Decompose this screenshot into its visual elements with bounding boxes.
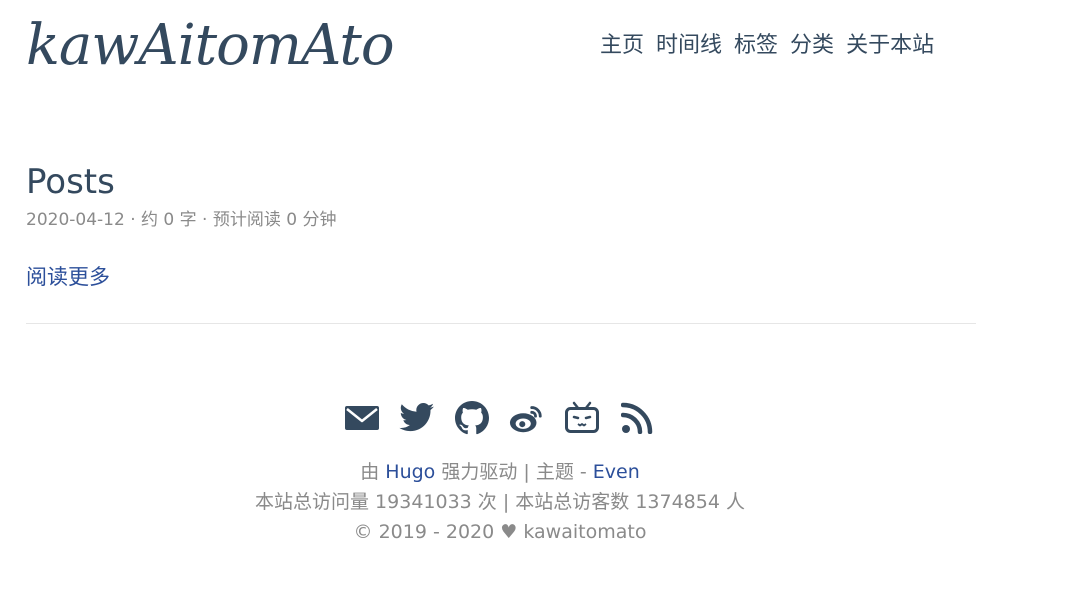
read-more-link[interactable]: 阅读更多 (26, 262, 110, 292)
social-links (344, 400, 655, 436)
copyright: © 2019 - 2020 ♥ kawaitomato (0, 518, 1000, 546)
divider (26, 323, 976, 324)
powered-by: 由 Hugo 强力驱动 | 主题 - Even (0, 458, 1000, 486)
email-icon[interactable] (344, 400, 380, 436)
copyright-years: © 2019 - 2020 (353, 521, 495, 543)
nav-item-about[interactable]: 关于本站 (846, 30, 934, 62)
theme-link[interactable]: Even (593, 461, 640, 483)
nav-item-categories[interactable]: 分类 (790, 30, 834, 62)
bilibili-icon[interactable] (564, 400, 600, 436)
site-logo[interactable]: kawAitomAto (26, 6, 395, 86)
nav-item-timeline[interactable]: 时间线 (656, 30, 722, 62)
nav-item-home[interactable]: 主页 (600, 30, 644, 62)
powered-suffix: 强力驱动 | 主题 - (441, 461, 587, 483)
hugo-link[interactable]: Hugo (385, 461, 435, 483)
powered-prefix: 由 (360, 461, 380, 483)
main-nav: 主页 时间线 标签 分类 关于本站 (600, 30, 934, 62)
github-icon[interactable] (454, 400, 490, 436)
rss-icon[interactable] (619, 400, 655, 436)
post-meta: 2020-04-12 · 约 0 字 · 预计阅读 0 分钟 (26, 210, 337, 230)
post-title[interactable]: Posts (26, 160, 115, 204)
nav-item-tags[interactable]: 标签 (734, 30, 778, 62)
weibo-icon[interactable] (509, 400, 545, 436)
heart-icon: ♥ (500, 521, 518, 543)
copyright-name: kawaitomato (523, 521, 647, 543)
twitter-icon[interactable] (399, 400, 435, 436)
site-stats: 本站总访问量 19341033 次 | 本站总访客数 1374854 人 (255, 491, 745, 513)
